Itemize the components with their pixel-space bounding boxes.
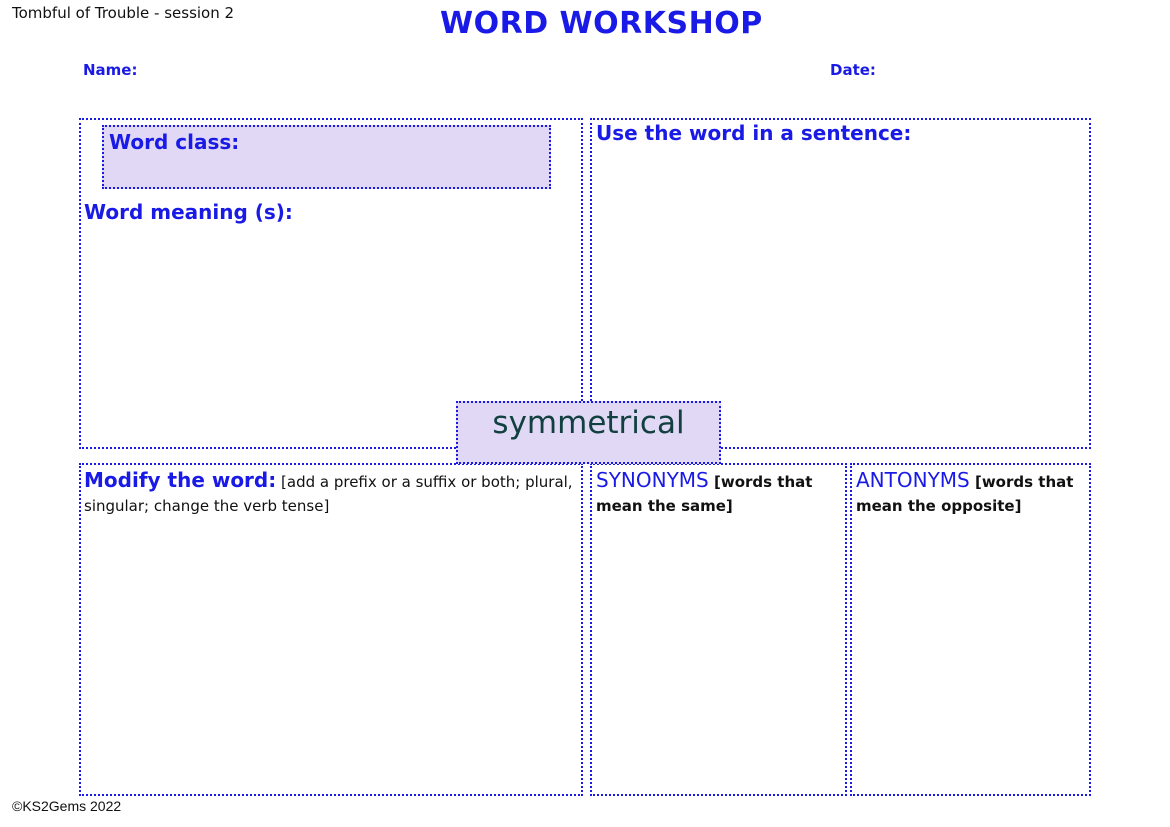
session-title: Tombful of Trouble - session 2: [12, 4, 235, 22]
antonyms-label: ANTONYMS: [856, 468, 970, 492]
sentence-panel: [590, 118, 1091, 449]
modify-label: Modify the word:: [84, 468, 277, 492]
keyword-box: symmetrical: [456, 401, 721, 464]
word-class-label: Word class:: [109, 130, 240, 154]
word-meaning-label: Word meaning (s):: [84, 200, 293, 224]
antonyms-heading: ANTONYMS [words that mean the opposite]: [856, 468, 1088, 518]
synonyms-heading: SYNONYMS [words that mean the same]: [596, 468, 844, 518]
word-class-box: Word class:: [102, 125, 551, 189]
copyright: ©KS2Gems 2022: [12, 798, 122, 814]
sentence-label: Use the word in a sentence:: [596, 121, 912, 145]
page-title: WORD WORKSHOP: [440, 6, 763, 41]
synonyms-label: SYNONYMS: [596, 468, 709, 492]
name-label: Name:: [83, 61, 138, 79]
keyword-text: symmetrical: [492, 405, 685, 441]
date-label: Date:: [830, 61, 876, 79]
modify-heading: Modify the word: [add a prefix or a suff…: [84, 468, 579, 518]
